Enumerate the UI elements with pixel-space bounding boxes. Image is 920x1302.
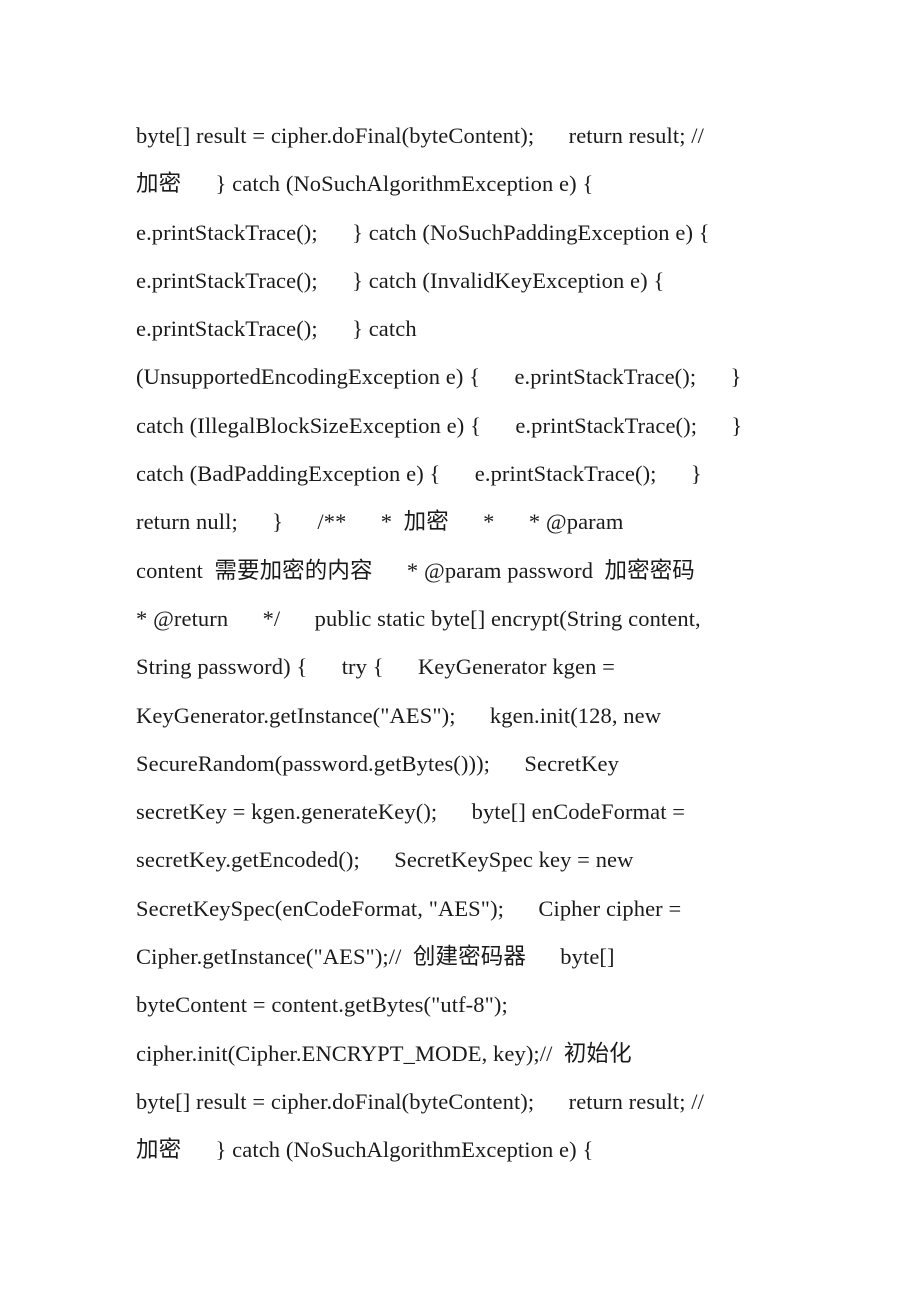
text-line: content 需要加密的内容 * @param password 加密密码 [136,557,695,583]
document-text-body: byte[] result = cipher.doFinal(byteConte… [136,112,826,1175]
text-line: Cipher.getInstance("AES");// 创建密码器 byte[… [136,944,615,970]
text-line: secretKey = kgen.generateKey(); byte[] e… [136,799,686,825]
text-line: catch (IllegalBlockSizeException e) { e.… [136,412,743,438]
text-line: String password) { try { KeyGenerator kg… [136,654,615,680]
text-line: (UnsupportedEncodingException e) { e.pri… [136,364,742,390]
text-line: return null; } /** * 加密 * * @param [136,509,624,535]
text-line: * @return */ public static byte[] encryp… [136,605,701,631]
text-line: secretKey.getEncoded(); SecretKeySpec ke… [136,847,634,873]
text-line: 加密 } catch (NoSuchAlgorithmException e) … [136,1137,594,1163]
text-line: byte[] result = cipher.doFinal(byteConte… [136,1088,705,1114]
text-line: cipher.init(Cipher.ENCRYPT_MODE, key);//… [136,1040,632,1066]
text-line: KeyGenerator.getInstance("AES"); kgen.in… [136,702,662,728]
text-line: SecureRandom(password.getBytes())); Secr… [136,750,619,776]
text-line: byte[] result = cipher.doFinal(byteConte… [136,123,705,148]
text-line: e.printStackTrace(); } catch (InvalidKey… [136,267,665,293]
text-line: SecretKeySpec(enCodeFormat, "AES"); Ciph… [136,895,682,921]
text-line: e.printStackTrace(); } catch [136,316,417,342]
document-page: byte[] result = cipher.doFinal(byteConte… [0,0,920,1302]
text-line: e.printStackTrace(); } catch (NoSuchPadd… [136,219,710,245]
text-line: 加密 } catch (NoSuchAlgorithmException e) … [136,171,594,197]
text-line: byteContent = content.getBytes("utf-8"); [136,992,508,1018]
text-line: catch (BadPaddingException e) { e.printS… [136,461,702,487]
